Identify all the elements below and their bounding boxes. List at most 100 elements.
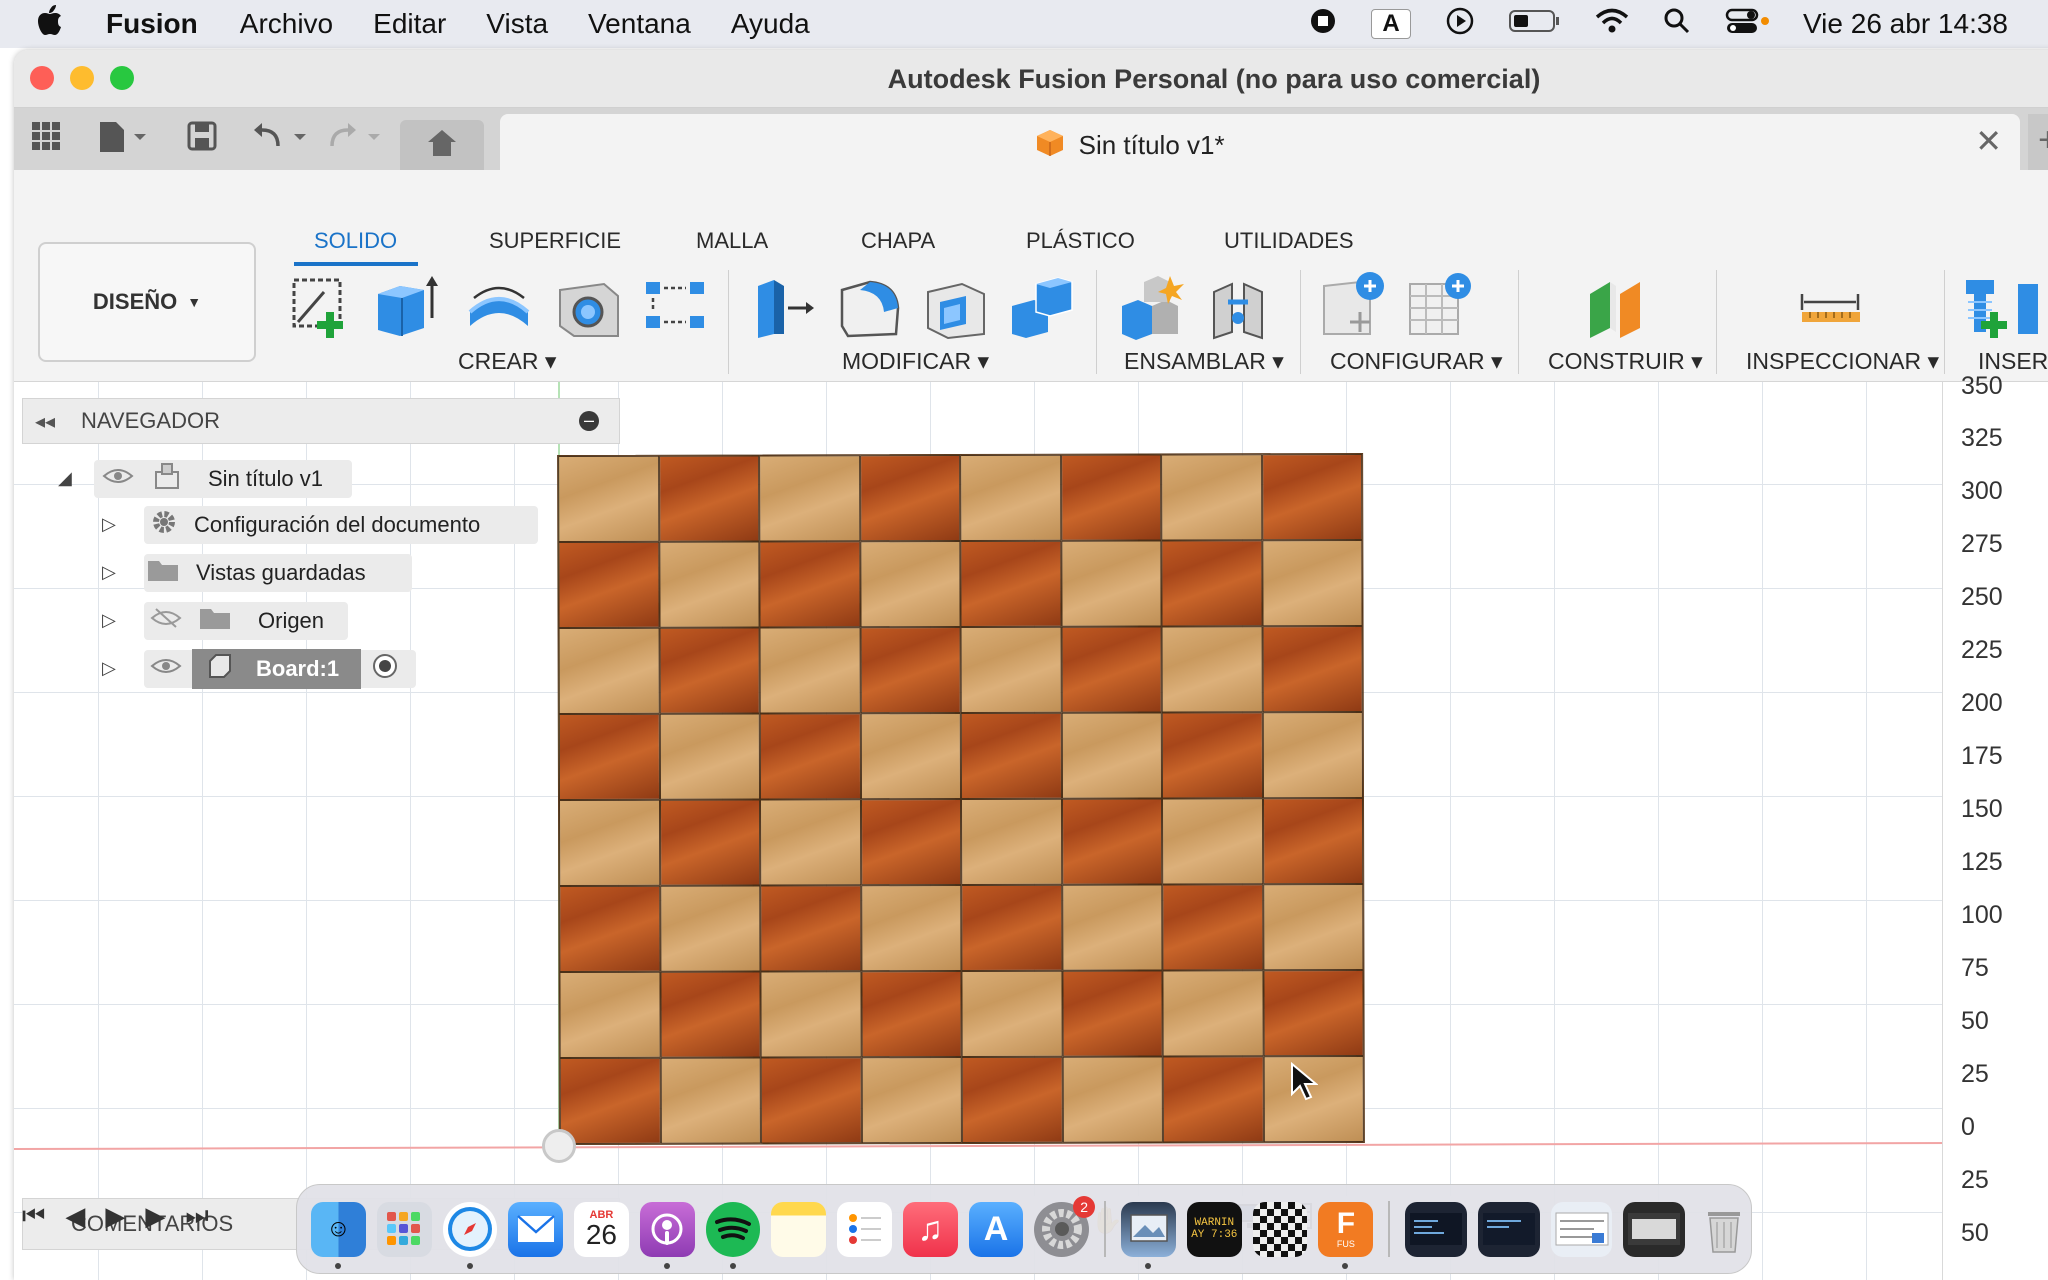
home-tab[interactable]: [400, 120, 484, 170]
wifi-icon[interactable]: [1595, 8, 1629, 41]
search-icon[interactable]: [1663, 7, 1691, 42]
reminders-icon[interactable]: [837, 1201, 892, 1257]
expand-triangle-icon[interactable]: ◢: [58, 468, 72, 489]
skip-to-start-icon[interactable]: ⏮: [22, 1200, 45, 1232]
skip-to-end-icon[interactable]: ⏭: [185, 1200, 208, 1232]
board-component-label[interactable]: Board:1: [192, 649, 362, 689]
chess-icon[interactable]: [1252, 1201, 1308, 1257]
board-square: [1061, 712, 1162, 799]
trash-icon[interactable]: [1696, 1202, 1751, 1257]
undo-icon[interactable]: [250, 120, 312, 162]
insert-icon[interactable]: [1956, 272, 2038, 342]
launchpad-icon[interactable]: [376, 1201, 432, 1257]
control-center-icon[interactable]: [1725, 7, 1770, 42]
new-tab-button[interactable]: +: [2028, 114, 2048, 170]
apple-icon[interactable]: [38, 4, 78, 45]
tab-solido[interactable]: SOLIDO: [314, 228, 397, 254]
pattern-icon[interactable]: [642, 272, 712, 342]
window-thumbnail-2[interactable]: [1477, 1201, 1540, 1257]
expand-triangle-icon[interactable]: ▷: [102, 562, 116, 583]
board-square: [760, 885, 861, 972]
group-ensamblar[interactable]: ENSAMBLAR ▾: [1124, 348, 1284, 375]
play-icon[interactable]: [1445, 6, 1475, 43]
battery-icon[interactable]: [1509, 8, 1561, 41]
board-square: [1161, 454, 1262, 541]
mail-icon[interactable]: [508, 1201, 564, 1257]
expand-triangle-icon[interactable]: ▷: [102, 610, 116, 631]
spotify-icon[interactable]: [705, 1201, 761, 1269]
app-store-icon[interactable]: A: [968, 1201, 1024, 1257]
browser-panel-header[interactable]: ◂◂ NAVEGADOR –: [22, 398, 620, 444]
group-inspeccionar[interactable]: INSPECCIONAR ▾: [1746, 348, 1939, 375]
group-configurar[interactable]: CONFIGURAR ▾: [1330, 348, 1503, 375]
parameters-icon[interactable]: [1320, 272, 1390, 342]
combine-icon[interactable]: [1008, 272, 1078, 342]
new-component-icon[interactable]: [1118, 272, 1188, 342]
chess-board-body[interactable]: [557, 452, 1365, 1146]
hole-icon[interactable]: [554, 272, 624, 342]
save-icon[interactable]: [186, 120, 218, 160]
viewport-canvas[interactable]: 350 325 300 275 250 225 200 175 150 125 …: [14, 372, 2048, 1280]
group-crear[interactable]: CREAR ▾: [458, 348, 556, 375]
tab-utilidades[interactable]: UTILIDADES: [1224, 228, 1354, 254]
menu-ventana[interactable]: Ventana: [588, 8, 691, 40]
menu-vista[interactable]: Vista: [486, 8, 548, 40]
finder-icon[interactable]: ☺: [311, 1201, 366, 1269]
play-timeline-icon[interactable]: ▶: [105, 1201, 125, 1232]
visibility-eye-icon[interactable]: [102, 466, 134, 492]
music-icon[interactable]: ♫: [902, 1201, 958, 1257]
calendar-icon[interactable]: ABR 26: [574, 1201, 629, 1257]
expand-triangle-icon[interactable]: ▷: [102, 514, 116, 535]
tab-plastico[interactable]: PLÁSTICO: [1026, 228, 1135, 254]
step-forward-icon[interactable]: ▶: [145, 1201, 165, 1232]
notes-icon[interactable]: [771, 1201, 827, 1257]
tab-superficie[interactable]: SUPERFICIE: [489, 228, 621, 254]
extrude-icon[interactable]: [370, 272, 440, 342]
configure-table-icon[interactable]: [1406, 272, 1476, 342]
tab-chapa[interactable]: CHAPA: [861, 228, 935, 254]
collapse-panel-icon[interactable]: ◂◂: [35, 409, 63, 434]
offset-plane-icon[interactable]: [1582, 272, 1652, 342]
redo-icon[interactable]: [328, 120, 390, 162]
file-menu-icon[interactable]: [96, 120, 152, 162]
console-icon[interactable]: WARNIN AY 7:36: [1186, 1201, 1242, 1257]
origin-point[interactable]: [542, 1129, 576, 1163]
measure-icon[interactable]: [1796, 272, 1866, 342]
board-square: [658, 541, 760, 628]
menu-clock[interactable]: Vie 26 abr 14:38: [1803, 8, 2008, 40]
revolve-icon[interactable]: [464, 272, 534, 342]
document-tab[interactable]: Sin título v1* ✕: [500, 114, 2020, 170]
step-back-icon[interactable]: ◀: [65, 1201, 85, 1232]
window-thumbnail-1[interactable]: [1405, 1201, 1467, 1257]
podcasts-icon[interactable]: [639, 1201, 695, 1269]
tab-malla[interactable]: MALLA: [696, 228, 768, 254]
menu-archivo[interactable]: Archivo: [240, 8, 333, 40]
menu-ayuda[interactable]: Ayuda: [731, 8, 810, 40]
shell-icon[interactable]: [922, 272, 992, 342]
menu-app-name[interactable]: Fusion: [106, 8, 198, 40]
apps-grid-icon[interactable]: [30, 120, 62, 160]
input-source-icon[interactable]: A: [1371, 9, 1412, 39]
group-construir[interactable]: CONSTRUIR ▾: [1548, 348, 1703, 375]
window-thumbnail-3[interactable]: [1550, 1201, 1613, 1257]
system-settings-icon[interactable]: 2: [1034, 1195, 1096, 1257]
press-pull-icon[interactable]: [750, 272, 820, 342]
safari-icon[interactable]: [442, 1201, 498, 1269]
joint-icon[interactable]: [1206, 272, 1276, 342]
expand-triangle-icon[interactable]: ▷: [102, 658, 116, 679]
hidden-eye-icon[interactable]: [150, 607, 182, 635]
group-insertar[interactable]: INSERTA: [1978, 348, 2048, 375]
workspace-selector[interactable]: DISEÑO ▼: [38, 242, 256, 362]
fusion-dock-icon[interactable]: F FUS: [1318, 1201, 1374, 1269]
visibility-eye-icon[interactable]: [150, 656, 182, 682]
close-tab-icon[interactable]: ✕: [1975, 122, 2002, 160]
group-modificar[interactable]: MODIFICAR ▾: [842, 348, 989, 375]
fillet-icon[interactable]: [836, 272, 906, 342]
menu-editar[interactable]: Editar: [373, 8, 446, 40]
record-icon[interactable]: [1309, 7, 1337, 42]
preview-icon[interactable]: [1121, 1201, 1176, 1269]
minimize-panel-icon[interactable]: –: [579, 411, 599, 431]
window-thumbnail-4[interactable]: [1623, 1201, 1686, 1257]
create-sketch-icon[interactable]: [284, 272, 354, 342]
activate-radio-icon[interactable]: [371, 652, 399, 686]
